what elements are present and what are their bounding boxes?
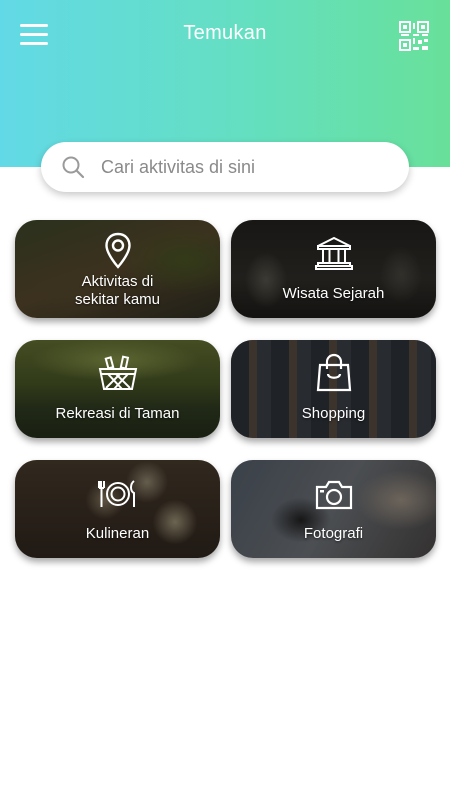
museum-icon [314,236,353,270]
card-label: Fotografi [303,525,364,542]
search-input[interactable] [101,142,391,192]
category-card-park[interactable]: Rekreasi di Taman [15,340,220,438]
card-label: Wisata Sejarah [282,285,385,302]
picnic-basket-icon [98,355,137,390]
shopping-bag-icon [316,353,351,392]
page-title: Temukan [183,22,267,44]
qr-code-icon[interactable] [398,20,430,52]
category-card-history[interactable]: Wisata Sejarah [231,220,436,318]
plate-cutlery-icon [97,480,135,507]
category-card-culinary[interactable]: Kulineran [15,460,220,558]
card-label: Rekreasi di Taman [55,405,180,422]
camera-icon [315,480,352,510]
category-card-photography[interactable]: Fotografi [231,460,436,558]
card-label: Aktivitas di sekitar kamu [74,273,161,308]
search-icon [62,156,85,179]
category-card-nearby[interactable]: Aktivitas di sekitar kamu [15,220,220,318]
search-bar[interactable] [41,142,409,192]
card-label: Shopping [301,405,366,422]
map-pin-icon [104,232,131,269]
category-card-shopping[interactable]: Shopping [231,340,436,438]
card-label: Kulineran [85,525,150,542]
